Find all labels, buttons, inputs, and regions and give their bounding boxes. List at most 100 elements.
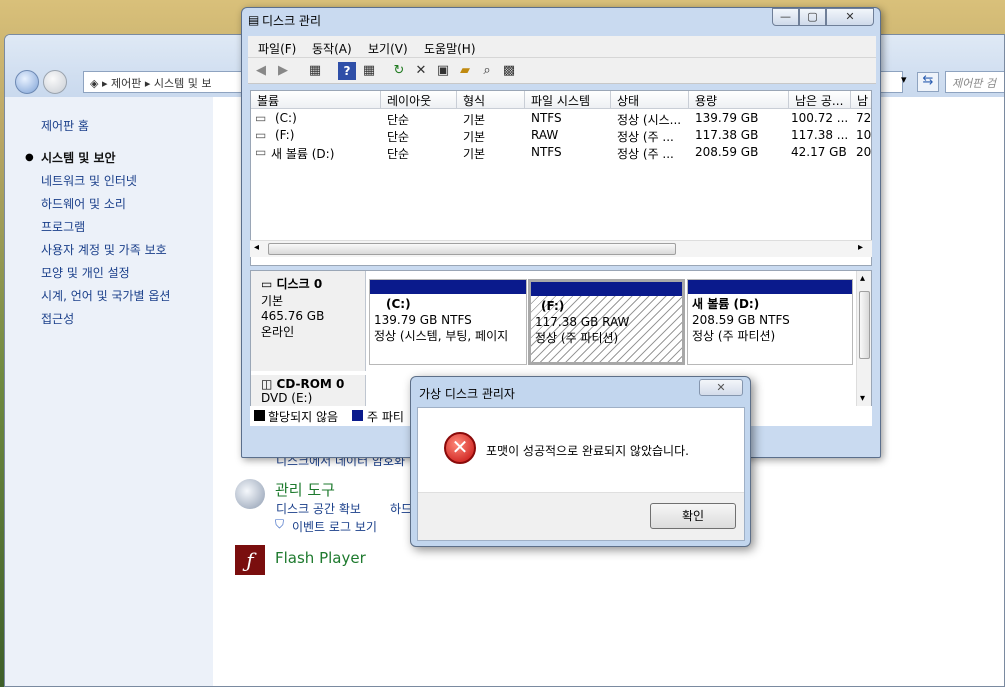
nav-hardware-sound[interactable]: 하드웨어 및 소리 bbox=[41, 195, 126, 212]
drive-icon: ▭ bbox=[255, 111, 267, 125]
nav-programs[interactable]: 프로그램 bbox=[41, 218, 85, 235]
magnifier-icon[interactable]: ⌕ bbox=[478, 62, 496, 80]
dialog-body: ✕ 포맷이 성공적으로 완료되지 않았습니다. 확인 bbox=[417, 407, 745, 541]
dialog-close-button[interactable]: ✕ bbox=[699, 379, 743, 396]
forward-button[interactable] bbox=[43, 70, 67, 94]
properties-pane-icon[interactable]: ▦ bbox=[360, 62, 378, 80]
nav-appearance[interactable]: 모양 및 개인 설정 bbox=[41, 264, 130, 281]
open-folder-icon[interactable]: ▰ bbox=[456, 62, 474, 80]
menu-view[interactable]: 보기(V) bbox=[368, 40, 408, 57]
disk0-size: 465.76 GB bbox=[261, 309, 325, 323]
close-button[interactable]: ✕ bbox=[826, 8, 874, 26]
legend-primary: 주 파티 bbox=[367, 410, 404, 424]
col-filesystem[interactable]: 파일 시스템 bbox=[525, 91, 611, 109]
nav-system-security[interactable]: 시스템 및 보안 bbox=[41, 149, 116, 166]
partition-size: 208.59 GB NTFS bbox=[692, 313, 790, 327]
cdrom-info[interactable]: ◫ CD-ROM 0 DVD (E:) bbox=[251, 375, 366, 409]
menu-help[interactable]: 도움말(H) bbox=[424, 40, 476, 57]
flash-player-title[interactable]: Flash Player bbox=[275, 549, 366, 567]
delete-icon[interactable]: ✕ bbox=[412, 62, 430, 80]
drive-icon: ▭ bbox=[255, 145, 267, 159]
cell-free: 42.17 GB bbox=[791, 145, 847, 159]
search-input[interactable]: 제어판 검 bbox=[945, 71, 1004, 93]
partition-status: 정상 (시스템, 부팅, 페이지 bbox=[374, 329, 509, 343]
nav-user-accounts[interactable]: 사용자 계정 및 가족 보호 bbox=[41, 241, 167, 258]
horizontal-scrollbar[interactable]: ◂ ▸ bbox=[250, 240, 872, 257]
cell-filesystem: NTFS bbox=[531, 111, 562, 125]
disk0-info[interactable]: ▭ 디스크 0 기본 465.76 GB 온라인 bbox=[251, 271, 366, 371]
console-tree-icon[interactable]: ▦ bbox=[306, 62, 324, 80]
nav-accessibility[interactable]: 접근성 bbox=[41, 310, 74, 327]
partition-label: 새 볼륨 (D:) bbox=[692, 297, 760, 311]
flash-icon: ƒ bbox=[235, 545, 265, 575]
partition-size: 117.38 GB RAW bbox=[535, 315, 630, 329]
col-free[interactable]: 남은 공... bbox=[789, 91, 851, 109]
back-button[interactable] bbox=[15, 70, 39, 94]
legend-swatch-primary bbox=[352, 410, 363, 421]
bullet-icon: ● bbox=[25, 152, 34, 163]
col-status[interactable]: 상태 bbox=[611, 91, 689, 109]
scroll-left-icon[interactable]: ◂ bbox=[254, 242, 259, 253]
scroll-thumb[interactable] bbox=[859, 291, 870, 359]
partition-bar bbox=[370, 280, 526, 294]
event-log-link[interactable]: 이벤트 로그 보기 bbox=[292, 518, 377, 535]
scroll-right-icon[interactable]: ▸ bbox=[858, 242, 863, 253]
col-volume[interactable]: 볼륨 bbox=[251, 91, 381, 109]
breadcrumb-system[interactable]: 시스템 및 보 bbox=[154, 77, 212, 90]
properties-icon[interactable]: ▣ bbox=[434, 62, 452, 80]
menu-file[interactable]: 파일(F) bbox=[258, 40, 296, 57]
nav-control-panel-home[interactable]: 제어판 홈 bbox=[41, 117, 89, 134]
error-message: 포맷이 성공적으로 완료되지 않았습니다. bbox=[486, 444, 689, 458]
cell-capacity: 208.59 GB bbox=[695, 145, 759, 159]
partition-d[interactable]: 새 볼륨 (D:) 208.59 GB NTFS 정상 (주 파티션) bbox=[687, 279, 853, 365]
admin-tools-icon bbox=[235, 479, 265, 509]
disk0-name: 디스크 0 bbox=[276, 277, 323, 291]
partition-c[interactable]: (C:) 139.79 GB NTFS 정상 (시스템, 부팅, 페이지 bbox=[369, 279, 527, 365]
cell-capacity: 117.38 GB bbox=[695, 128, 759, 142]
partition-label: (F:) bbox=[541, 299, 565, 313]
legend-unallocated: 할당되지 않음 bbox=[268, 410, 339, 424]
defrag-link[interactable]: 하드 bbox=[390, 500, 412, 517]
breadcrumb-control-panel[interactable]: 제어판 bbox=[111, 77, 141, 90]
nav-clock-language-region[interactable]: 시계, 언어 및 국가별 옵션 bbox=[41, 287, 170, 304]
settings-icon[interactable]: ▩ bbox=[500, 62, 518, 80]
cell-type: 기본 bbox=[463, 147, 486, 161]
cell-layout: 단순 bbox=[387, 147, 410, 161]
admin-tools-title[interactable]: 관리 도구 bbox=[275, 479, 335, 500]
cell-capacity: 139.79 GB bbox=[695, 111, 759, 125]
partition-bar bbox=[531, 282, 682, 296]
scroll-up-icon[interactable]: ▴ bbox=[860, 273, 865, 284]
help-icon[interactable]: ? bbox=[338, 62, 356, 80]
maximize-button[interactable]: ▢ bbox=[799, 8, 826, 26]
scroll-thumb[interactable] bbox=[268, 243, 676, 255]
partition-size: 139.79 GB NTFS bbox=[374, 313, 472, 327]
disk-cleanup-link[interactable]: 디스크 공간 확보 bbox=[276, 500, 361, 517]
col-percent[interactable]: 남 bbox=[851, 91, 871, 109]
cdrom-icon: ◫ bbox=[261, 377, 277, 391]
cell-percent: 72 bbox=[856, 111, 872, 125]
col-layout[interactable]: 레이아웃 bbox=[381, 91, 457, 109]
menu-action[interactable]: 동작(A) bbox=[312, 40, 352, 57]
control-panel-icon: ◈ ▸ bbox=[90, 77, 111, 90]
scroll-down-icon[interactable]: ▾ bbox=[860, 393, 865, 404]
error-icon: ✕ bbox=[444, 432, 476, 464]
back-arrow-icon[interactable]: ◀ bbox=[252, 62, 270, 80]
forward-arrow-icon[interactable]: ▶ bbox=[274, 62, 292, 80]
cell-layout: 단순 bbox=[387, 113, 410, 127]
nav-network-internet[interactable]: 네트워크 및 인터넷 bbox=[41, 172, 137, 189]
col-capacity[interactable]: 용량 bbox=[689, 91, 789, 109]
partition-label: (C:) bbox=[386, 297, 411, 311]
disk-icon: ▭ bbox=[261, 277, 277, 291]
partition-f[interactable]: (F:) 117.38 GB RAW 정상 (주 파티션) bbox=[528, 279, 685, 365]
disk0-state: 온라인 bbox=[261, 325, 295, 339]
refresh-icon[interactable]: ↻ bbox=[390, 62, 408, 80]
refresh-icon[interactable]: ⇆ bbox=[917, 72, 939, 92]
vertical-scrollbar[interactable]: ▴ ▾ bbox=[856, 271, 871, 425]
ok-button[interactable]: 확인 bbox=[650, 503, 736, 529]
cell-type: 기본 bbox=[463, 130, 486, 144]
col-type[interactable]: 형식 bbox=[457, 91, 525, 109]
chevron-down-icon[interactable]: ▾ bbox=[901, 73, 907, 86]
minimize-button[interactable]: — bbox=[772, 8, 799, 26]
legend-swatch-unallocated bbox=[254, 410, 265, 421]
dialog-footer: 확인 bbox=[418, 492, 744, 540]
